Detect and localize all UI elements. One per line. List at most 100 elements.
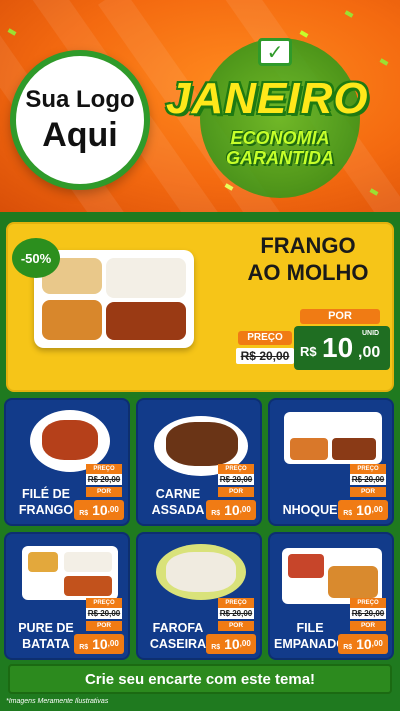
currency: R$ [343,510,353,517]
product-name-line1: FILÉ DE [22,487,70,501]
new-price: R$ 10,00 [206,634,256,654]
price-int: 10 [356,502,372,518]
featured-name-line2: AO MOLHO [247,260,369,285]
product-card[interactable]: FILÉ DE FRANGO PREÇO R$ 20,00 POR R$ 10,… [4,398,130,526]
food-chicken-sauce [106,302,186,340]
campaign-subtitle: ECONOMIA GARANTIDA [200,128,360,168]
product-name: FILE EMPANADO [274,620,346,652]
old-price: R$ 20,00 [350,608,386,619]
por-label: POR [218,487,254,497]
price-int: 10 [224,636,240,652]
product-name-line2: ASSADA [151,503,205,517]
logo-placeholder[interactable]: Sua Logo Aqui [10,50,150,190]
currency: R$ [211,510,221,517]
product-name-line2: FRANGO [18,503,74,517]
price-cents: ,00 [371,639,383,648]
por-label: POR [350,487,386,497]
preco-label: PREÇO [350,464,386,474]
product-card[interactable]: FILE EMPANADO PREÇO R$ 20,00 POR R$ 10,0… [268,532,394,660]
preco-label: PREÇO [86,598,122,608]
featured-por-label: POR [300,309,380,324]
product-name-line1: NHOQUE [282,503,338,517]
currency: R$ [79,644,89,651]
featured-preco-label: PREÇO [238,331,292,345]
price-cents: ,00 [107,505,119,514]
featured-product-name: FRANGO AO MOLHO [232,232,384,286]
new-price: R$ 10,00 [206,500,256,520]
campaign-title: JANEIRO [166,74,369,123]
confetti [344,10,354,18]
old-price: R$ 20,00 [86,608,122,619]
currency: R$ [300,344,317,359]
confetti [7,28,17,36]
new-price: R$ 10,00 [338,634,388,654]
preco-label: PREÇO [86,464,122,474]
new-price: R$ 10,00 [338,500,388,520]
featured-new-price: R$ 10 ,00 UNID [294,326,390,370]
new-price: R$ 10,00 [74,500,124,520]
old-price: R$ 20,00 [86,474,122,485]
discount-badge: -50% [12,238,60,278]
por-label: POR [86,487,122,497]
food-farofa [166,552,236,592]
product-name-line1: FAROFA [152,621,204,635]
product-name: CARNE ASSADA [142,486,214,518]
confetti [379,58,389,66]
product-name: PURE DE BATATA [10,620,82,652]
food-meat [64,576,112,596]
product-card[interactable]: PURE DE BATATA PREÇO R$ 20,00 POR R$ 10,… [4,532,130,660]
product-card[interactable]: FAROFA CASEIRA PREÇO R$ 20,00 POR R$ 10,… [136,532,262,660]
product-name: FAROFA CASEIRA [142,620,214,652]
product-name: FILÉ DE FRANGO [10,486,82,518]
price-cents: ,00 [239,639,251,648]
por-label: POR [218,621,254,631]
price-cents: ,00 [107,639,119,648]
product-name-line2: BATATA [22,637,70,651]
create-flyer-button[interactable]: Crie seu encarte com este tema! [8,664,392,694]
food-fillet [42,420,98,460]
product-card[interactable]: NHOQUE PREÇO R$ 20,00 POR R$ 10,00 [268,398,394,526]
price-int: 10 [92,636,108,652]
food-gnocchi [290,438,328,460]
featured-old-price: R$ 20,00 [236,348,294,364]
check-icon: ✓ [258,38,292,66]
currency: R$ [211,644,221,651]
currency: R$ [79,510,89,517]
disclaimer-note: *Imagens Meramente Ilustrativas [6,698,109,705]
food-farofa [42,300,102,340]
old-price: R$ 20,00 [350,474,386,485]
logo-text-line1: Sua Logo [25,85,135,113]
preco-label: PREÇO [350,598,386,608]
unid-label: UNID [362,330,380,337]
product-name: NHOQUE [274,502,346,518]
currency: R$ [343,644,353,651]
subtitle-line2: GARANTIDA [226,148,334,168]
food-rice [64,552,112,572]
food-corn [28,552,58,572]
price-cents: ,00 [239,505,251,514]
product-name-line1: CARNE [155,487,201,501]
food-meat [332,438,376,460]
product-name-line2: CASEIRA [149,637,207,651]
price-int: 10 [92,502,108,518]
product-name-line1: PURE DE [18,621,74,635]
por-label: POR [350,621,386,631]
product-name-line1: FILE [296,621,324,635]
food-breaded-fillet [328,566,378,598]
old-price: R$ 20,00 [218,474,254,485]
price-int: 10 [356,636,372,652]
price-cents: ,00 [371,505,383,514]
price-cents: ,00 [358,344,381,361]
por-label: POR [86,621,122,631]
confetti [299,30,309,38]
price-int: 10 [322,332,354,363]
product-card[interactable]: CARNE ASSADA PREÇO R$ 20,00 POR R$ 10,00 [136,398,262,526]
new-price: R$ 10,00 [74,634,124,654]
product-name-line2: EMPANADO [274,637,346,651]
featured-name-line1: FRANGO [260,233,356,258]
old-price: R$ 20,00 [218,608,254,619]
food-roast-beef [166,422,238,466]
food-rice [106,258,186,298]
logo-text-line2: Aqui [42,115,118,154]
subtitle-line1: ECONOMIA [230,128,330,148]
